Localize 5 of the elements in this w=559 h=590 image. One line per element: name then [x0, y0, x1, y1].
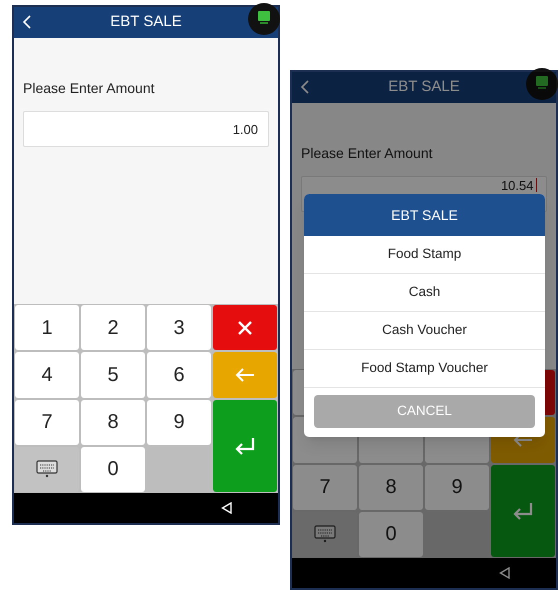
screen-title: EBT SALE	[388, 77, 460, 98]
prompt-label: Please Enter Amount	[301, 144, 434, 163]
screen-title: EBT SALE	[110, 12, 182, 32]
dialog-title: EBT SALE	[304, 194, 545, 236]
prompt-label: Please Enter Amount	[23, 79, 156, 98]
